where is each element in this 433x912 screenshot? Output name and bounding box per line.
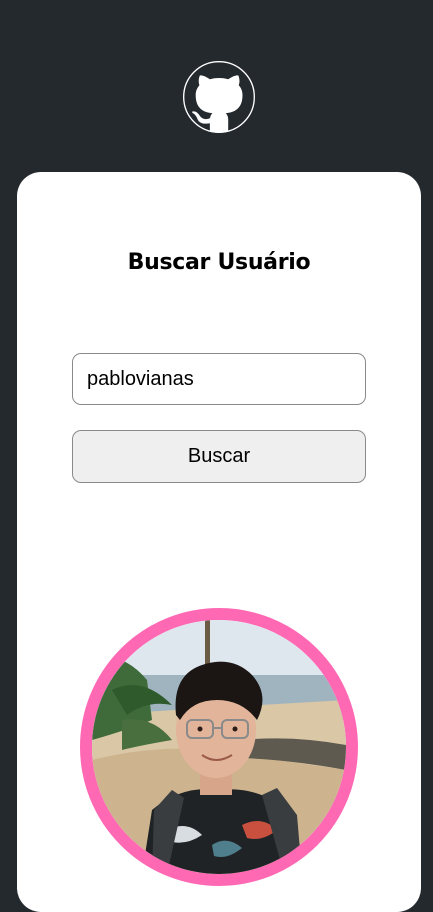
github-icon	[183, 61, 255, 133]
user-avatar	[80, 608, 358, 886]
avatar-photo	[92, 620, 346, 874]
username-search-input[interactable]	[72, 353, 366, 405]
page-title: Buscar Usuário	[127, 250, 311, 275]
search-card: Buscar Usuário Buscar	[17, 172, 421, 912]
search-button[interactable]: Buscar	[72, 430, 366, 483]
